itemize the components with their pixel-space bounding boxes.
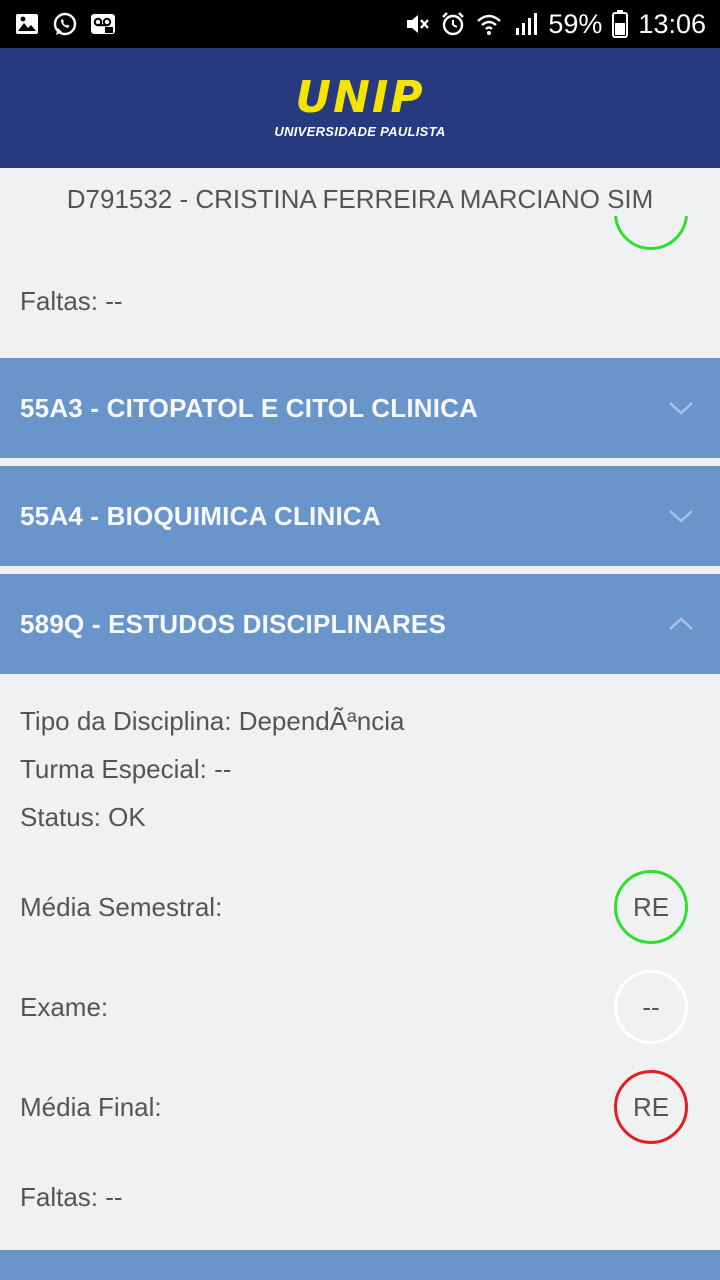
image-icon [16, 14, 38, 34]
media-semestral-circle: RE [614, 870, 688, 944]
exame-label: Exame: [20, 992, 109, 1022]
discipline-title: 589Q - ESTUDOS DISCIPLINARES [20, 609, 447, 639]
mute-icon [407, 15, 430, 33]
discipline-panel-589q[interactable]: 589Q - ESTUDOS DISCIPLINARES [0, 574, 720, 674]
unip-logo: UNIP UNIVERSIDADE PAULISTA [260, 76, 460, 156]
chevron-down-icon [669, 402, 693, 415]
status-bar: 59% 13:06 [0, 0, 720, 48]
signal-icon [516, 13, 538, 35]
app-header: UNIP UNIVERSIDADE PAULISTA [0, 48, 720, 168]
logo-main-text: UNIP [295, 72, 425, 123]
status-bar-right: 59% 13:06 [404, 8, 706, 40]
turma-especial: Turma Especial: -- [20, 754, 232, 784]
media-final-circle: RE [614, 1070, 688, 1144]
logo-subtitle: UNIVERSIDADE PAULISTA [274, 124, 446, 139]
tipo-disciplina: Tipo da Disciplina: DependÃªncia [20, 706, 405, 736]
alarm-icon [442, 12, 465, 36]
battery-icon [612, 10, 629, 38]
status-bar-left [14, 10, 116, 38]
faltas: Faltas: -- [20, 1182, 123, 1212]
chevron-up-icon [669, 617, 693, 630]
next-discipline-panel[interactable] [0, 1250, 720, 1280]
clock: 13:06 [638, 8, 706, 39]
wifi-icon [477, 14, 502, 35]
previous-faltas: Faltas: -- [20, 286, 123, 316]
chevron-down-icon [669, 510, 693, 523]
status-text: Status: OK [20, 802, 146, 832]
discipline-title: 55A4 - BIOQUIMICA CLINICA [20, 501, 381, 531]
voicemail-icon [91, 14, 115, 34]
discipline-panel-55a4[interactable]: 55A4 - BIOQUIMICA CLINICA [0, 466, 720, 566]
student-name: D791532 - CRISTINA FERREIRA MARCIANO SIM [66, 184, 654, 214]
discipline-panel-55a3[interactable]: 55A3 - CITOPATOL E CITOL CLINICA [0, 358, 720, 458]
exame-circle: -- [614, 970, 688, 1044]
whatsapp-icon [53, 12, 77, 36]
battery-percent: 59% [548, 8, 603, 39]
media-final-label: Média Final: [20, 1092, 162, 1122]
media-semestral-label: Média Semestral: [20, 892, 223, 922]
discipline-title: 55A3 - CITOPATOL E CITOL CLINICA [20, 393, 479, 423]
